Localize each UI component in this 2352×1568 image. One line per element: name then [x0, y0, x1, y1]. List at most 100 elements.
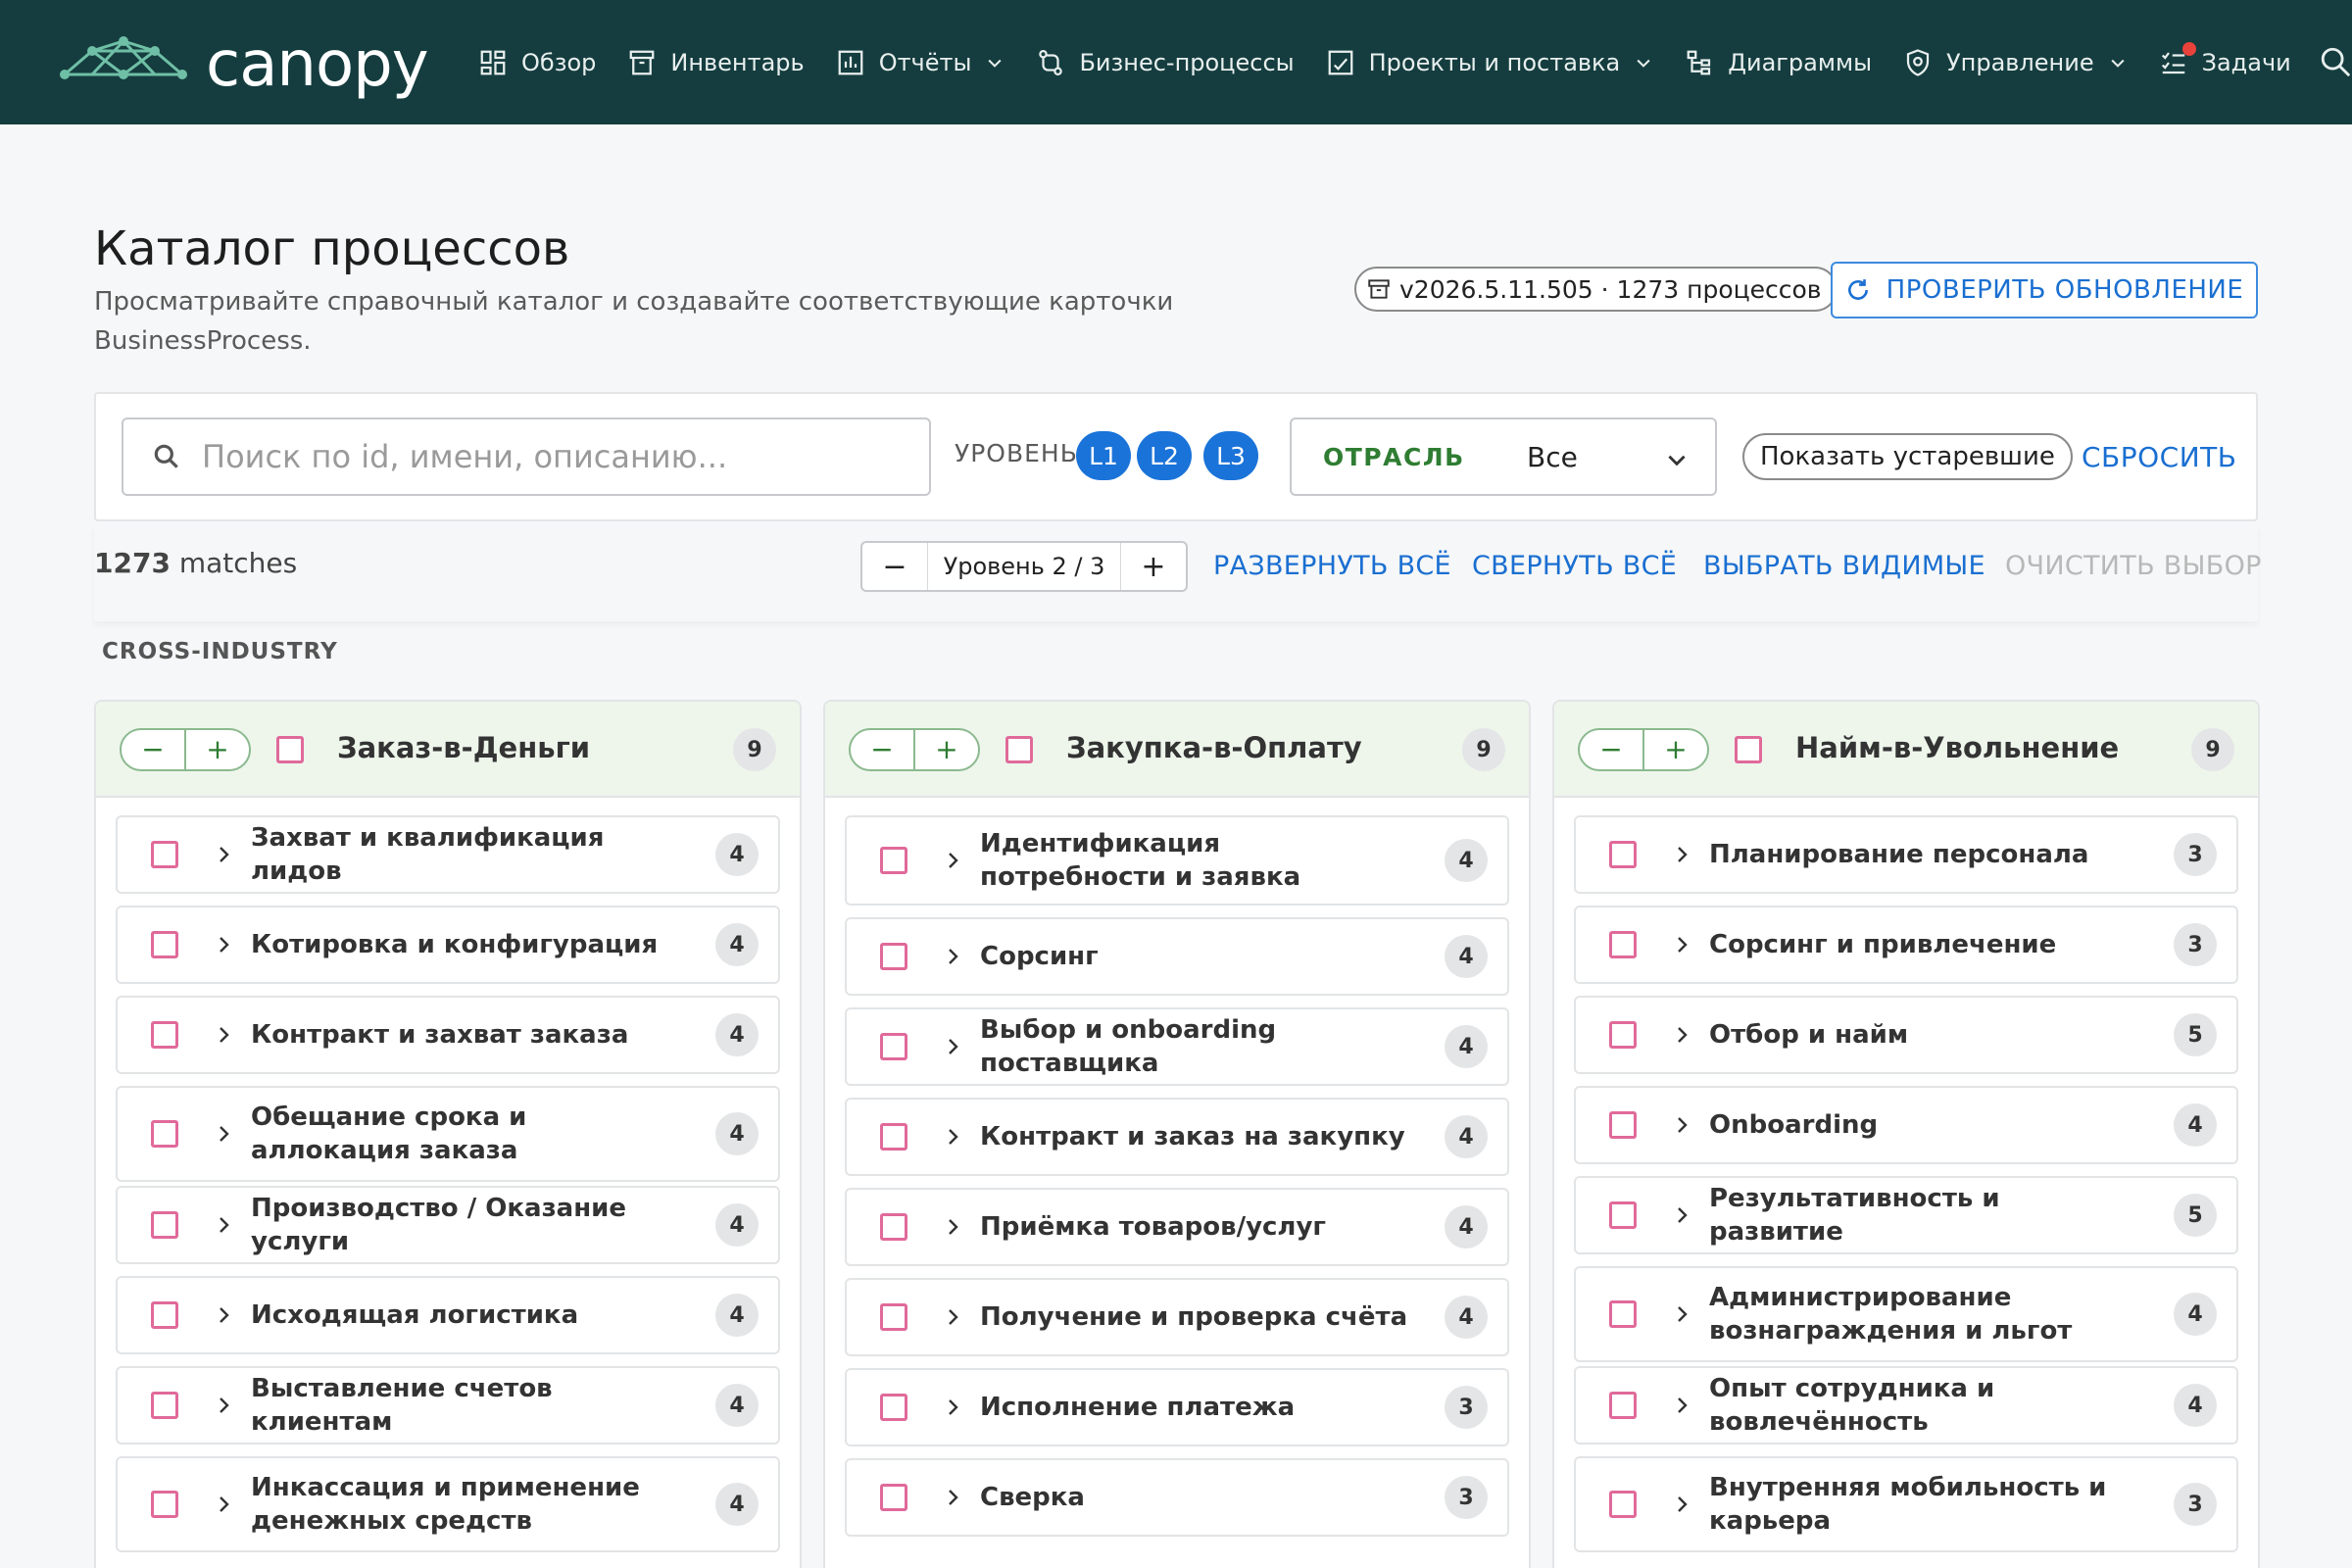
item-checkbox[interactable] [151, 931, 178, 958]
process-item[interactable]: Отбор и найм 5 [1574, 996, 2238, 1074]
level-chip-l3[interactable]: L3 [1203, 431, 1258, 480]
collapse-button[interactable]: − [122, 730, 184, 769]
nav-item-tasks[interactable]: Задачи [2159, 41, 2291, 77]
chevron-right-icon[interactable] [212, 1213, 235, 1237]
chevron-right-icon[interactable] [1670, 1394, 1693, 1417]
chevron-right-icon[interactable] [1670, 1113, 1693, 1137]
level-chip-l1[interactable]: L1 [1076, 431, 1131, 480]
item-checkbox[interactable] [880, 1394, 907, 1421]
search-icon[interactable] [2319, 45, 2352, 78]
process-item[interactable]: Onboarding 4 [1574, 1086, 2238, 1164]
column-checkbox[interactable] [276, 736, 304, 763]
chevron-right-icon[interactable] [1670, 1493, 1693, 1516]
chevron-right-icon[interactable] [212, 933, 235, 956]
item-checkbox[interactable] [880, 1303, 907, 1331]
chevron-right-icon[interactable] [1670, 1302, 1693, 1326]
expand-button[interactable]: + [915, 730, 978, 769]
item-checkbox[interactable] [880, 1123, 907, 1151]
item-checkbox[interactable] [151, 1301, 178, 1329]
process-item[interactable]: Администрирование вознаграждения и льгот… [1574, 1266, 2238, 1362]
item-checkbox[interactable] [151, 1211, 178, 1239]
nav-item-overview[interactable]: Обзор [478, 48, 596, 77]
process-item[interactable]: Планирование персонала 3 [1574, 815, 2238, 894]
item-checkbox[interactable] [880, 1033, 907, 1060]
collapse-button[interactable]: − [1580, 730, 1642, 769]
chevron-right-icon[interactable] [1670, 933, 1693, 956]
process-item[interactable]: Сверка 3 [845, 1458, 1509, 1537]
process-item[interactable]: Опыт сотрудника и вовлечённость 4 [1574, 1366, 2238, 1445]
item-checkbox[interactable] [151, 1021, 178, 1049]
chevron-right-icon[interactable] [941, 849, 964, 872]
nav-item-business-processes[interactable]: Бизнес-процессы [1036, 48, 1295, 77]
chevron-right-icon[interactable] [941, 1396, 964, 1419]
item-checkbox[interactable] [1609, 1111, 1637, 1139]
process-item[interactable]: Результативность и развитие 5 [1574, 1176, 2238, 1254]
process-item[interactable]: Контракт и захват заказа 4 [116, 996, 780, 1074]
expand-button[interactable]: + [186, 730, 249, 769]
nav-item-projects[interactable]: Проекты и поставка [1326, 48, 1654, 77]
item-checkbox[interactable] [880, 943, 907, 970]
item-checkbox[interactable] [151, 841, 178, 868]
nav-item-inventory[interactable]: Инвентарь [627, 48, 805, 77]
chevron-right-icon[interactable] [212, 1394, 235, 1417]
column-checkbox[interactable] [1735, 736, 1762, 763]
level-chip-l2[interactable]: L2 [1137, 431, 1192, 480]
collapse-all-button[interactable]: СВЕРНУТЬ ВСЁ [1472, 551, 1677, 581]
column-checkbox[interactable] [1005, 736, 1033, 763]
chevron-right-icon[interactable] [941, 945, 964, 968]
process-item[interactable]: Сорсинг 4 [845, 917, 1509, 996]
chevron-right-icon[interactable] [941, 1215, 964, 1239]
expand-button[interactable]: + [1644, 730, 1707, 769]
nav-item-diagrams[interactable]: Диаграммы [1685, 48, 1872, 77]
level-increase-button[interactable]: + [1121, 543, 1186, 590]
item-checkbox[interactable] [1609, 1491, 1637, 1518]
item-checkbox[interactable] [1609, 841, 1637, 868]
expand-all-button[interactable]: РАЗВЕРНУТЬ ВСЁ [1213, 551, 1451, 581]
process-item[interactable]: Приёмка товаров/услуг 4 [845, 1188, 1509, 1266]
process-item[interactable]: Выбор и onboarding поставщика 4 [845, 1007, 1509, 1086]
collapse-button[interactable]: − [851, 730, 913, 769]
chevron-right-icon[interactable] [941, 1305, 964, 1329]
process-item[interactable]: Исполнение платежа 3 [845, 1368, 1509, 1446]
process-item[interactable]: Идентификация потребности и заявка 4 [845, 815, 1509, 906]
item-checkbox[interactable] [151, 1491, 178, 1518]
chevron-right-icon[interactable] [1670, 843, 1693, 866]
level-decrease-button[interactable]: − [862, 543, 927, 590]
chevron-right-icon[interactable] [212, 843, 235, 866]
chevron-right-icon[interactable] [941, 1035, 964, 1058]
item-checkbox[interactable] [880, 1213, 907, 1241]
chevron-right-icon[interactable] [212, 1122, 235, 1146]
process-item[interactable]: Обещание срока и аллокация заказа 4 [116, 1086, 780, 1182]
chevron-right-icon[interactable] [1670, 1023, 1693, 1047]
chevron-right-icon[interactable] [941, 1125, 964, 1149]
check-update-button[interactable]: ПРОВЕРИТЬ ОБНОВЛЕНИЕ [1831, 262, 2258, 318]
process-item[interactable]: Производство / Оказание услуги 4 [116, 1186, 780, 1264]
nav-item-governance[interactable]: Управление [1903, 48, 2128, 77]
item-checkbox[interactable] [151, 1392, 178, 1419]
process-item[interactable]: Инкассация и применение денежных средств… [116, 1456, 780, 1552]
chevron-right-icon[interactable] [212, 1303, 235, 1327]
process-item[interactable]: Выставление счетов клиентам 4 [116, 1366, 780, 1445]
process-item[interactable]: Котировка и конфигурация 4 [116, 906, 780, 984]
chevron-right-icon[interactable] [941, 1486, 964, 1509]
process-item[interactable]: Захват и квалификация лидов 4 [116, 815, 780, 894]
process-item[interactable]: Внутренняя мобильность и карьера 3 [1574, 1456, 2238, 1552]
industry-select[interactable]: ОТРАСЛЬ Все [1290, 417, 1717, 496]
search-input[interactable] [202, 438, 868, 475]
select-visible-button[interactable]: ВЫБРАТЬ ВИДИМЫЕ [1703, 551, 1985, 581]
chevron-right-icon[interactable] [1670, 1203, 1693, 1227]
item-checkbox[interactable] [880, 1484, 907, 1511]
nav-item-reports[interactable]: Отчёты [836, 48, 1005, 77]
search-box[interactable] [122, 417, 931, 496]
process-item[interactable]: Контракт и заказ на закупку 4 [845, 1098, 1509, 1176]
item-checkbox[interactable] [1609, 1300, 1637, 1328]
process-item[interactable]: Исходящая логистика 4 [116, 1276, 780, 1354]
process-item[interactable]: Получение и проверка счёта 4 [845, 1278, 1509, 1356]
item-checkbox[interactable] [1609, 1392, 1637, 1419]
process-item[interactable]: Сорсинг и привлечение 3 [1574, 906, 2238, 984]
item-checkbox[interactable] [1609, 931, 1637, 958]
item-checkbox[interactable] [1609, 1021, 1637, 1049]
show-obsolete-toggle[interactable]: Показать устаревшие [1742, 433, 2073, 480]
chevron-right-icon[interactable] [212, 1493, 235, 1516]
item-checkbox[interactable] [1609, 1201, 1637, 1229]
